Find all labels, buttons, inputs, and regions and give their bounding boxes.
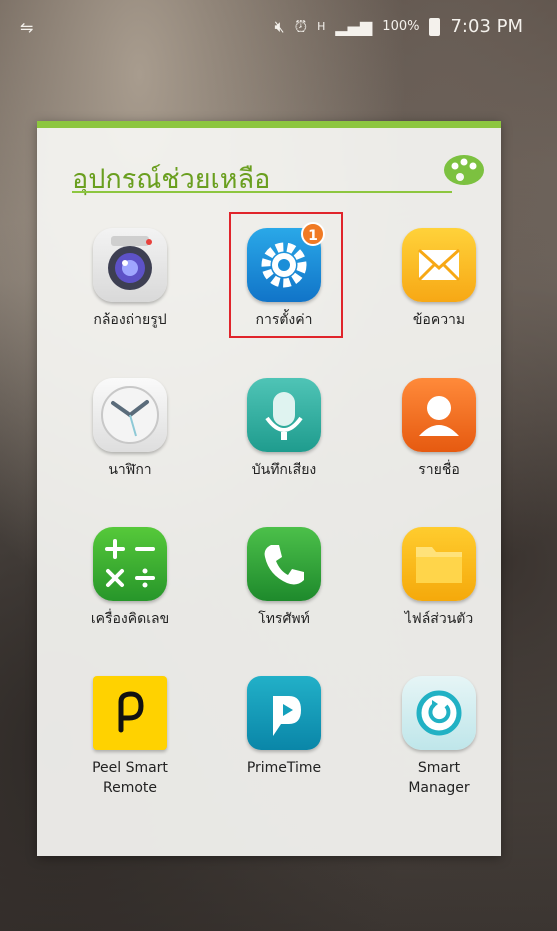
contacts-icon [402, 378, 476, 452]
settings-icon: 1 [247, 222, 325, 302]
primetime-icon [247, 676, 321, 750]
folder-title[interactable]: อุปกรณ์ช่วยเหลือ [72, 157, 270, 200]
app-clock[interactable]: นาฬิกา [60, 378, 200, 480]
clock-time: 7:03 PM [450, 16, 523, 37]
messages-icon [402, 228, 476, 302]
battery-percent: 100% [382, 19, 420, 34]
phone-icon [247, 527, 321, 601]
app-label: บันทึกเสียง [251, 462, 317, 478]
app-label: ไฟล์ส่วนตัว [404, 611, 474, 627]
palette-icon[interactable] [442, 153, 486, 187]
app-label: การตั้งค่า [255, 312, 313, 328]
smart-manager-icon [402, 676, 476, 750]
camera-icon [93, 228, 167, 302]
voice-recorder-icon [247, 378, 321, 452]
app-label: รายชื่อ [418, 462, 460, 478]
folder-title-underline [72, 191, 452, 193]
app-messages[interactable]: ข้อความ [369, 228, 509, 330]
clock-icon [93, 378, 167, 452]
app-peel-smart-remote[interactable]: Peel Smart Remote [60, 676, 200, 798]
signal-icon: ▂▄▆ [335, 17, 373, 36]
app-label: PrimeTime [246, 760, 322, 776]
app-primetime[interactable]: PrimeTime [214, 676, 354, 778]
app-label: โทรศัพท์ [258, 611, 310, 627]
calculator-icon [93, 527, 167, 601]
status-icons: 🔇︎ ⏰︎ H ▂▄▆ 100% 7:03 PM [275, 16, 523, 37]
folder-accent-bar [37, 121, 501, 128]
app-label: Peel Smart Remote [92, 760, 168, 796]
status-bar: ⇋ 🔇︎ ⏰︎ H ▂▄▆ 100% 7:03 PM [0, 0, 557, 54]
app-voice-recorder[interactable]: บันทึกเสียง [214, 378, 354, 480]
app-label: นาฬิกา [108, 462, 152, 478]
app-contacts[interactable]: รายชื่อ [369, 378, 509, 480]
app-label: กล้องถ่ายรูป [93, 312, 167, 328]
hplus-data-icon: H [317, 20, 326, 33]
my-files-icon [402, 527, 476, 601]
app-label: เครื่องคิดเลข [90, 611, 170, 627]
app-my-files[interactable]: ไฟล์ส่วนตัว [369, 527, 509, 629]
battery-icon [429, 17, 441, 36]
peel-icon [93, 676, 167, 750]
app-label: ข้อความ [412, 312, 466, 328]
app-label: Smart Manager [408, 760, 470, 796]
usb-icon: ⇋ [20, 18, 34, 37]
app-smart-manager[interactable]: Smart Manager [369, 676, 509, 798]
app-settings[interactable]: 1 การตั้งค่า [214, 222, 354, 330]
app-calculator[interactable]: เครื่องคิดเลข [60, 527, 200, 629]
notification-badge: 1 [301, 222, 325, 246]
alarm-icon: ⏰︎ [294, 16, 308, 36]
app-phone[interactable]: โทรศัพท์ [214, 527, 354, 629]
mute-icon: 🔇︎ [274, 16, 285, 36]
app-camera[interactable]: กล้องถ่ายรูป [60, 228, 200, 330]
